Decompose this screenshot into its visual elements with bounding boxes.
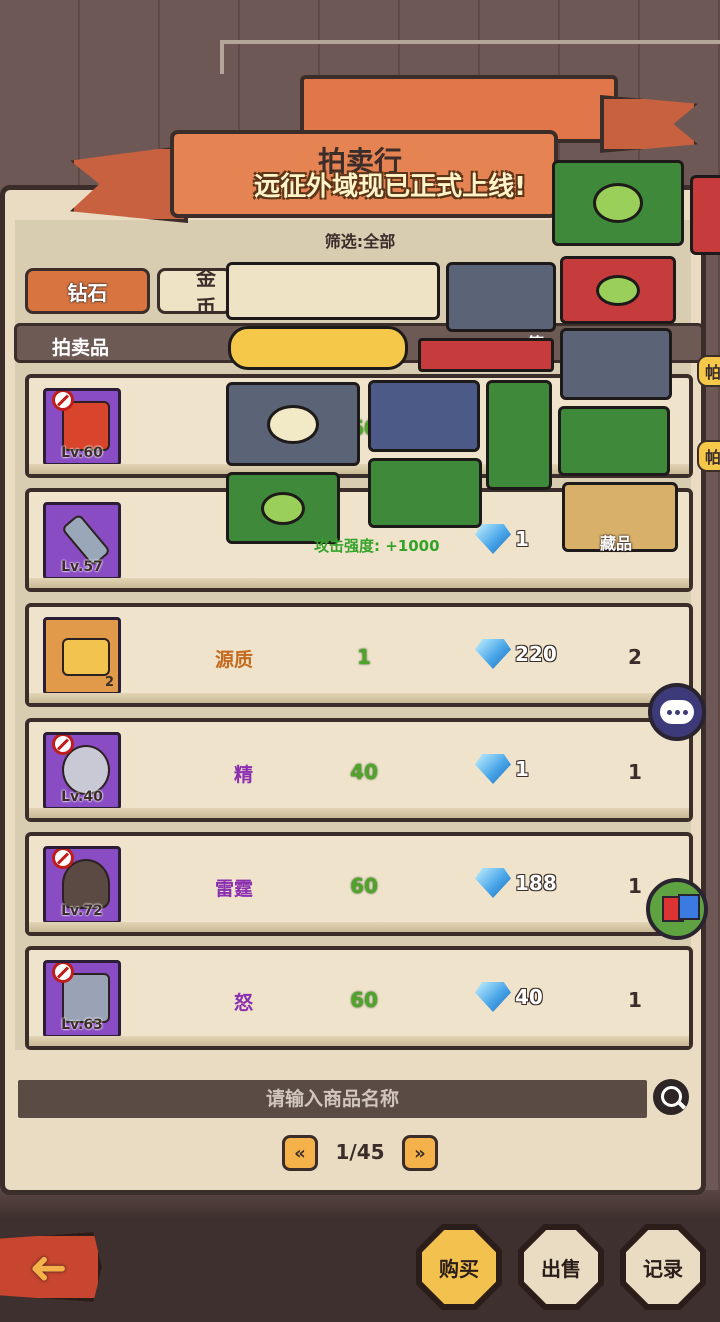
- item-level: Lv.63: [61, 1017, 103, 1033]
- demon-face-icon: [592, 183, 644, 223]
- skin-tile-hood-red[interactable]: [560, 256, 676, 324]
- price: 188: [475, 868, 557, 898]
- hood-face-icon: [596, 274, 640, 306]
- price: 1: [475, 754, 529, 784]
- level-requirement: 40: [350, 760, 378, 784]
- level-requirement: 60: [350, 874, 378, 898]
- skull-icon: [267, 404, 319, 444]
- table-row[interactable]: Lv.72 雷霆 60 188 1: [25, 832, 693, 936]
- overlay-yellow-bar[interactable]: [228, 326, 408, 370]
- stock-count: 1: [628, 760, 642, 784]
- sell-button[interactable]: 出售: [518, 1224, 604, 1310]
- overlay-red-bar[interactable]: [418, 338, 554, 372]
- price-value: 188: [515, 871, 557, 895]
- level-requirement: 60: [350, 988, 378, 1012]
- item-quantity: 2: [104, 675, 114, 690]
- price-value: 220: [515, 642, 557, 666]
- search-icon[interactable]: [650, 1076, 692, 1118]
- table-row[interactable]: 2 源质 1 220 2: [25, 603, 693, 707]
- item-slot[interactable]: Lv.40: [43, 732, 121, 810]
- stock-count: 2: [628, 645, 642, 669]
- skin-tile-temple[interactable]: [558, 406, 670, 476]
- ban-icon: [52, 735, 74, 755]
- buy-label: 购买: [422, 1230, 496, 1304]
- item-name: 源质: [214, 649, 253, 671]
- price-value: 1: [515, 757, 529, 781]
- diamond-icon: [475, 524, 511, 554]
- price: 1: [475, 524, 529, 554]
- overlay-panel: [226, 262, 440, 320]
- attack-stat-text: 攻击强度: +1000: [314, 537, 440, 555]
- price: 40: [475, 982, 543, 1012]
- back-button[interactable]: ➜: [0, 1232, 102, 1302]
- level-requirement: 1: [357, 645, 371, 669]
- skin-tile-gate-green[interactable]: [368, 458, 482, 528]
- buy-button[interactable]: 购买: [416, 1224, 502, 1310]
- background-floor: [0, 1190, 720, 1322]
- filter-button[interactable]: 筛选:全部: [290, 228, 430, 252]
- table-row[interactable]: Lv.63 怒 60 40 1: [25, 946, 693, 1050]
- table-row[interactable]: Lv.40 精 40 1 1: [25, 718, 693, 822]
- sell-label: 出售: [524, 1230, 598, 1304]
- skin-tile-castle[interactable]: [560, 328, 672, 400]
- stock-count: 1: [628, 874, 642, 898]
- item-level: Lv.40: [61, 789, 103, 805]
- diamond-icon: [475, 868, 511, 898]
- chat-button[interactable]: [648, 683, 706, 741]
- skin-tile-demon[interactable]: [552, 160, 684, 246]
- search-input[interactable]: [18, 1080, 647, 1118]
- skin-tile-gate-blue[interactable]: [368, 380, 480, 452]
- page-indicator: 1/45: [335, 1140, 385, 1164]
- side-label-2[interactable]: 帕: [697, 440, 720, 472]
- chat-icon: [660, 700, 694, 724]
- next-page-icon: »: [414, 1142, 426, 1164]
- item-level: Lv.57: [61, 559, 103, 575]
- item-name: 雷霆: [214, 878, 253, 900]
- tab-diamond[interactable]: 钻石: [25, 268, 150, 314]
- tab-gold-label: 金币: [196, 268, 216, 314]
- side-label-1[interactable]: 帕: [697, 355, 720, 387]
- diamond-icon: [475, 982, 511, 1012]
- record-button[interactable]: 记录: [620, 1224, 706, 1310]
- diamond-icon: [475, 754, 511, 784]
- skin-tile-skull[interactable]: [226, 382, 360, 466]
- prev-page-icon: «: [294, 1142, 306, 1164]
- skin-tile-rock[interactable]: [446, 262, 556, 332]
- back-arrow-icon: ➜: [28, 1240, 68, 1294]
- top-frame-decoration: [220, 40, 720, 74]
- price: 220: [475, 639, 557, 669]
- column-item-header: 拍卖品: [52, 337, 110, 359]
- stock-count: 1: [628, 988, 642, 1012]
- item-slot[interactable]: Lv.63: [43, 960, 121, 1038]
- collection-label: 藏品: [600, 534, 633, 553]
- ban-icon: [52, 849, 74, 869]
- item-level: Lv.72: [61, 903, 103, 919]
- item-slot[interactable]: 2: [43, 617, 121, 695]
- next-page-button[interactable]: »: [402, 1135, 438, 1171]
- skin-tile-edge[interactable]: [690, 175, 720, 255]
- record-label: 记录: [626, 1230, 700, 1304]
- item-name: 怒: [233, 992, 253, 1014]
- skin-tile-rune[interactable]: [486, 380, 552, 490]
- item-slot[interactable]: Lv.60: [43, 388, 121, 466]
- tab-diamond-label: 钻石: [67, 280, 108, 305]
- tab-gold[interactable]: 金币: [157, 268, 232, 314]
- ban-icon: [52, 963, 74, 983]
- item-slot[interactable]: Lv.57: [43, 502, 121, 580]
- prev-page-button[interactable]: «: [282, 1135, 318, 1171]
- item-name: 精: [233, 764, 253, 786]
- item-slot[interactable]: Lv.72: [43, 846, 121, 924]
- diamond-icon: [475, 639, 511, 669]
- price-value: 40: [515, 985, 543, 1009]
- price-value: 1: [515, 527, 529, 551]
- gift-button[interactable]: [646, 878, 708, 940]
- skin-tile-hood-green[interactable]: [226, 472, 340, 544]
- ban-icon: [52, 391, 74, 411]
- gold-bar-icon: [62, 638, 110, 676]
- item-level: Lv.60: [61, 445, 103, 461]
- announcement-text: 远征外域现已正式上线!: [254, 172, 526, 202]
- hood-face-icon: [261, 491, 305, 525]
